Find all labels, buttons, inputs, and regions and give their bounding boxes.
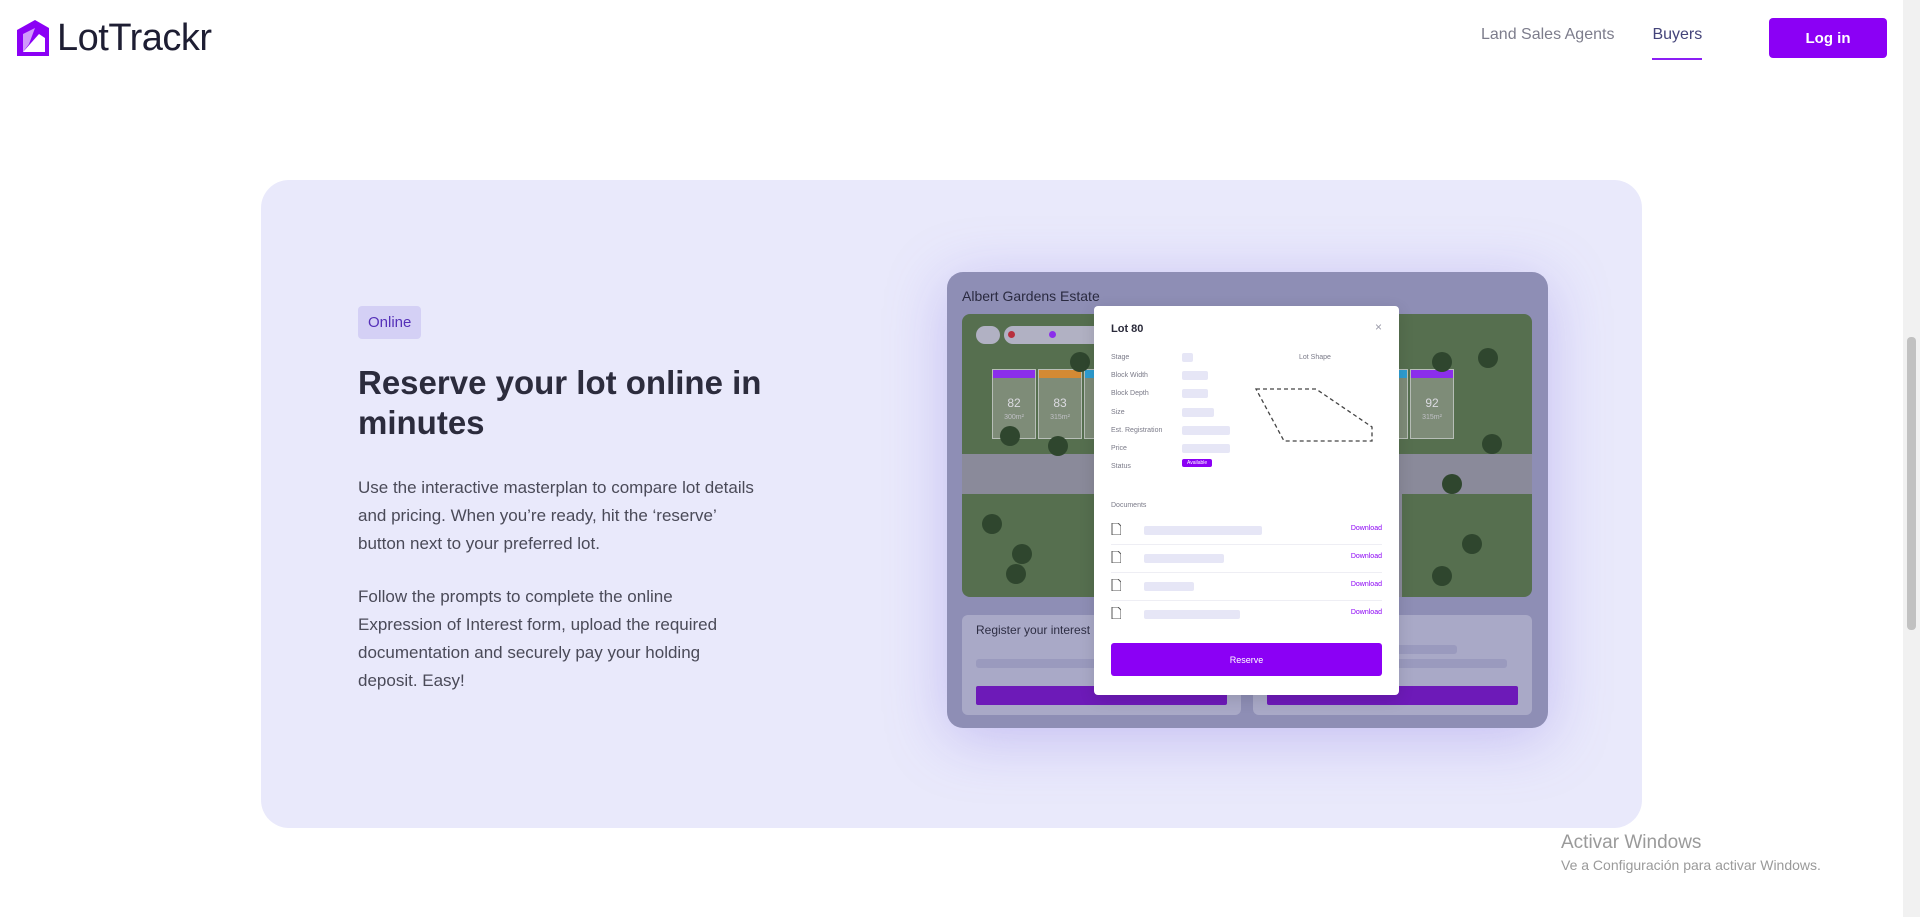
- field-value: [1182, 389, 1208, 398]
- lot-number: 92: [1425, 396, 1439, 410]
- field-value: [1182, 408, 1214, 417]
- tree: [1432, 352, 1452, 372]
- feature-headline: Reserve your lot online in minutes: [358, 364, 762, 441]
- tree: [1432, 566, 1452, 586]
- app-mockup: Albert Gardens Estate 82 300m² 83 315m²: [947, 272, 1548, 728]
- main-nav: Land Sales Agents Buyers: [1481, 26, 1703, 60]
- page: LotTrackr Land Sales Agents Buyers Log i…: [0, 0, 1920, 917]
- divider: [1111, 572, 1382, 573]
- document-row: Download: [1111, 523, 1382, 539]
- logo-icon: [17, 20, 49, 56]
- field-value: [1182, 353, 1193, 362]
- tree: [1006, 564, 1026, 584]
- register-title: Register your interest: [976, 623, 1091, 637]
- logo[interactable]: LotTrackr: [15, 18, 212, 58]
- lot-area: 315m²: [1050, 414, 1070, 421]
- field-value: [1182, 371, 1208, 380]
- watermark-subtitle: Ve a Configuración para activar Windows.: [1561, 857, 1821, 873]
- close-icon[interactable]: ×: [1375, 320, 1382, 334]
- map-back-button[interactable]: [976, 326, 1000, 344]
- tree: [1012, 544, 1032, 564]
- pdf-file-icon: [1111, 607, 1121, 619]
- download-link[interactable]: Download: [1351, 609, 1382, 616]
- tree: [1048, 436, 1068, 456]
- divider: [1111, 600, 1382, 601]
- field-value: [1182, 426, 1230, 435]
- nav-land-sales-agents[interactable]: Land Sales Agents: [1481, 26, 1614, 60]
- login-button[interactable]: Log in: [1769, 18, 1887, 58]
- pdf-file-icon: [1111, 551, 1121, 563]
- document-name: [1144, 582, 1194, 591]
- modal-title: Lot 80: [1111, 323, 1144, 335]
- tree: [1478, 348, 1498, 368]
- logo-text: LotTrackr: [57, 17, 212, 59]
- lot-area: 315m²: [1422, 414, 1442, 421]
- tree: [1462, 534, 1482, 554]
- nav-buyers[interactable]: Buyers: [1652, 26, 1703, 60]
- lot-92[interactable]: 92 315m²: [1410, 369, 1454, 439]
- field-label: Block Depth: [1111, 390, 1149, 397]
- lot-status-strip: [993, 370, 1035, 378]
- online-badge: Online: [358, 306, 422, 339]
- legend-dot: [1049, 331, 1056, 338]
- tree: [982, 514, 1002, 534]
- tree: [1482, 434, 1502, 454]
- divider: [1111, 544, 1382, 545]
- tree: [1442, 474, 1462, 494]
- document-name: [1144, 526, 1262, 535]
- legend-dot: [1008, 331, 1015, 338]
- field-label: Stage: [1111, 354, 1130, 361]
- pdf-file-icon: [1111, 579, 1121, 591]
- lot-status-strip: [1039, 370, 1081, 378]
- document-name: [1144, 554, 1224, 563]
- download-link[interactable]: Download: [1351, 581, 1382, 588]
- tree: [1000, 426, 1020, 446]
- lot-number: 82: [1007, 396, 1021, 410]
- lot-modal: Lot 80 × Stage Block Width Block Depth S…: [1094, 306, 1399, 695]
- lot-shape-diagram: [1254, 388, 1373, 442]
- document-row: Download: [1111, 551, 1382, 567]
- feature-paragraph-2: Follow the prompts to complete the onlin…: [358, 587, 718, 690]
- field-value: [1182, 444, 1230, 453]
- feature-card: Online Reserve your lot online in minute…: [261, 180, 1642, 828]
- documents-label: Documents: [1111, 502, 1147, 509]
- download-link[interactable]: Download: [1351, 553, 1382, 560]
- lot-shape-label: Lot Shape: [1299, 354, 1331, 361]
- document-name: [1144, 610, 1240, 619]
- reserve-button[interactable]: Reserve: [1111, 643, 1382, 676]
- field-label: Est. Registration: [1111, 427, 1163, 434]
- field-label: Status: [1111, 463, 1131, 470]
- status-badge: Available: [1182, 459, 1213, 467]
- watermark-title: Activar Windows: [1561, 832, 1702, 853]
- document-row: Download: [1111, 607, 1382, 623]
- tree: [1070, 352, 1090, 372]
- document-row: Download: [1111, 579, 1382, 595]
- windows-activation-watermark: Activar Windows Ve a Configuración para …: [1561, 832, 1821, 873]
- lot-status-strip: [1411, 370, 1453, 378]
- scrollbar-thumb[interactable]: [1907, 337, 1916, 630]
- estate-title: Albert Gardens Estate: [962, 288, 1100, 304]
- lot-83[interactable]: 83 315m²: [1038, 369, 1082, 439]
- lot-area: 300m²: [1004, 414, 1024, 421]
- pdf-file-icon: [1111, 523, 1121, 535]
- vertical-scrollbar[interactable]: [1903, 0, 1920, 917]
- field-label: Size: [1111, 409, 1125, 416]
- field-label: Price: [1111, 445, 1127, 452]
- feature-paragraph-1: Use the interactive masterplan to compar…: [358, 478, 754, 553]
- field-label: Block Width: [1111, 372, 1148, 379]
- lot-number: 83: [1053, 396, 1067, 410]
- download-link[interactable]: Download: [1351, 525, 1382, 532]
